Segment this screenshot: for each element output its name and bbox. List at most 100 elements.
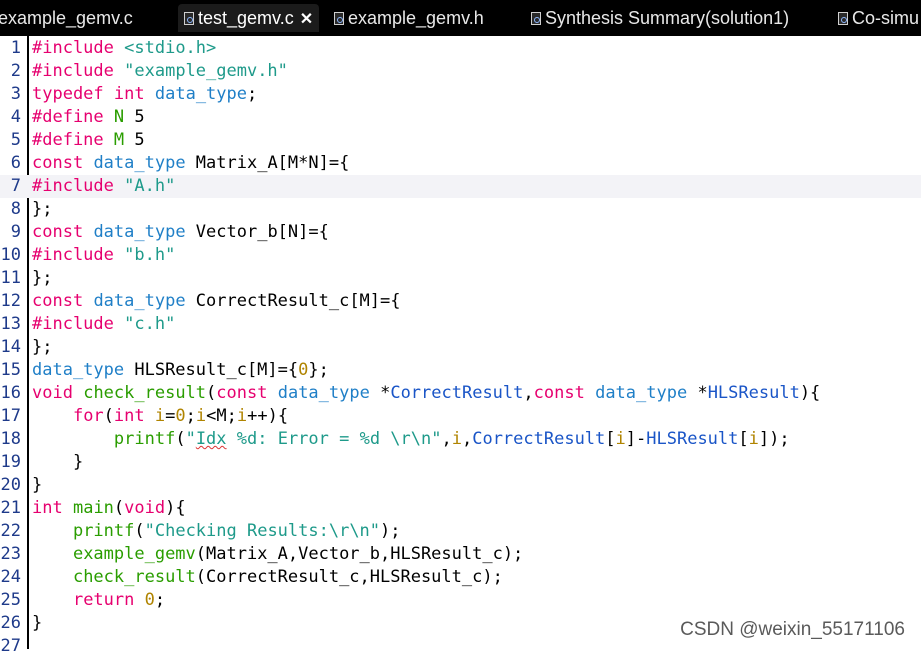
code-line[interactable]: 15data_type HLSResult_c[M]={0}; — [0, 359, 921, 382]
code-token: for — [73, 406, 104, 426]
code-token: 5 — [124, 130, 144, 150]
tab-label: Co-simu — [852, 8, 919, 28]
tab-example-gemv-h[interactable]: example_gemv.h — [334, 4, 484, 32]
code-line[interactable]: 17 for(int i=0;i<M;i++){ — [0, 405, 921, 428]
line-number: 27 — [0, 635, 21, 658]
code-line[interactable]: 11}; — [0, 267, 921, 290]
line-number: 7 — [0, 175, 21, 198]
line-number: 14 — [0, 336, 21, 359]
code-token: data_type — [93, 153, 185, 173]
code-token: void — [124, 498, 165, 518]
code-line[interactable]: 7 #include "A.h" — [0, 175, 921, 198]
code-line[interactable]: 5#define M 5 — [0, 129, 921, 152]
code-token — [104, 107, 114, 127]
code-token — [73, 383, 83, 403]
code-line[interactable]: 1#include <stdio.h> — [0, 37, 921, 60]
code-token: [ — [738, 429, 748, 449]
code-token: data_type — [278, 383, 370, 403]
code-editor[interactable]: 1#include <stdio.h>2#include "example_ge… — [0, 36, 921, 649]
code-line[interactable]: 25 return 0; — [0, 589, 921, 612]
tab-test-gemv-c[interactable]: test_gemv.c✕ — [178, 4, 319, 32]
code-token: data_type — [595, 383, 687, 403]
code-token — [32, 429, 114, 449]
line-number: 25 — [0, 589, 21, 612]
code-token — [145, 406, 155, 426]
code-line[interactable]: 18 printf("Idx %d: Error = %d \r\n",i,Co… — [0, 428, 921, 451]
code-token: "example_gemv.h" — [124, 61, 288, 81]
code-token: "b.h" — [124, 245, 175, 265]
code-line[interactable]: 2#include "example_gemv.h" — [0, 60, 921, 83]
code-line[interactable]: 19 } — [0, 451, 921, 474]
line-number: 23 — [0, 543, 21, 566]
code-line[interactable]: 13#include "c.h" — [0, 313, 921, 336]
code-token: #define — [32, 130, 104, 150]
tab-co-simulation[interactable]: Co-simu — [838, 4, 919, 32]
code-token: i — [155, 406, 165, 426]
code-token: const — [216, 383, 267, 403]
code-token: CorrectResult — [472, 429, 605, 449]
code-line[interactable]: 10 #include "b.h" — [0, 244, 921, 267]
code-line[interactable]: 8}; — [0, 198, 921, 221]
line-number: 26 — [0, 612, 21, 635]
close-icon[interactable]: ✕ — [300, 6, 313, 34]
code-token: " — [186, 429, 196, 449]
code-line[interactable]: 6const data_type Matrix_A[M*N]={ — [0, 152, 921, 175]
code-line[interactable]: 23 example_gemv(Matrix_A,Vector_b,HLSRes… — [0, 543, 921, 566]
code-line[interactable]: 3typedef int data_type; — [0, 83, 921, 106]
code-line[interactable]: 14}; — [0, 336, 921, 359]
line-number: 10 — [0, 244, 21, 267]
editor-tab-bar: example_gemv.c test_gemv.c✕ example_gemv… — [0, 0, 921, 36]
code-token — [134, 590, 144, 610]
code-token: ; — [186, 406, 196, 426]
code-token: * — [687, 383, 707, 403]
code-text: printf("Idx %d: Error = %d \r\n",i,Corre… — [32, 428, 790, 451]
code-text: }; — [32, 198, 52, 221]
tab-label: Synthesis Summary(solution1) — [545, 8, 789, 28]
line-number: 16 — [0, 382, 21, 405]
tab-label: example_gemv.h — [348, 8, 484, 28]
code-token: , — [441, 429, 451, 449]
code-text: void check_result(const data_type *Corre… — [32, 382, 820, 405]
code-token — [267, 383, 277, 403]
code-token: data_type — [93, 291, 185, 311]
tab-synthesis-summary[interactable]: Synthesis Summary(solution1) — [531, 4, 789, 32]
code-token: int — [114, 406, 145, 426]
code-text: typedef int data_type; — [32, 83, 257, 106]
code-token — [83, 291, 93, 311]
code-token: HLSResult_c[M]={ — [124, 360, 298, 380]
code-token: check_result — [73, 567, 196, 587]
code-token: HLSResult — [708, 383, 800, 403]
code-token: N — [114, 107, 124, 127]
code-token: }; — [308, 360, 328, 380]
tab-example-gemv-c[interactable]: example_gemv.c — [0, 4, 133, 32]
code-token: #include — [32, 245, 114, 265]
code-line[interactable]: 9const data_type Vector_b[N]={ — [0, 221, 921, 244]
c-file-icon — [184, 12, 194, 25]
code-token: , — [523, 383, 533, 403]
code-token: const — [32, 291, 83, 311]
code-token: ){ — [165, 498, 185, 518]
code-token: (Matrix_A,Vector_b,HLSResult_c); — [196, 544, 524, 564]
code-token: #define — [32, 107, 104, 127]
code-token: "c.h" — [124, 314, 175, 334]
code-token — [32, 567, 73, 587]
code-token: ; — [155, 590, 165, 610]
code-line[interactable]: 12const data_type CorrectResult_c[M]={ — [0, 290, 921, 313]
code-token — [114, 314, 124, 334]
code-line[interactable]: 20} — [0, 474, 921, 497]
code-line[interactable]: 4#define N 5 — [0, 106, 921, 129]
code-token — [114, 245, 124, 265]
code-token: i — [196, 406, 206, 426]
code-line[interactable]: 24 check_result(CorrectResult_c,HLSResul… — [0, 566, 921, 589]
code-line[interactable]: 16 void check_result(const data_type *Cor… — [0, 382, 921, 405]
code-text: #include "c.h" — [32, 313, 175, 336]
code-token: ){ — [800, 383, 820, 403]
code-token: main — [73, 498, 114, 518]
code-token: i — [749, 429, 759, 449]
code-token: ( — [206, 383, 216, 403]
code-line[interactable]: 21int main(void){ — [0, 497, 921, 520]
code-text: #include "A.h" — [32, 175, 175, 198]
line-number: 12 — [0, 290, 21, 313]
code-line[interactable]: 22 printf("Checking Results:\r\n"); — [0, 520, 921, 543]
code-text: const data_type Matrix_A[M*N]={ — [32, 152, 349, 175]
